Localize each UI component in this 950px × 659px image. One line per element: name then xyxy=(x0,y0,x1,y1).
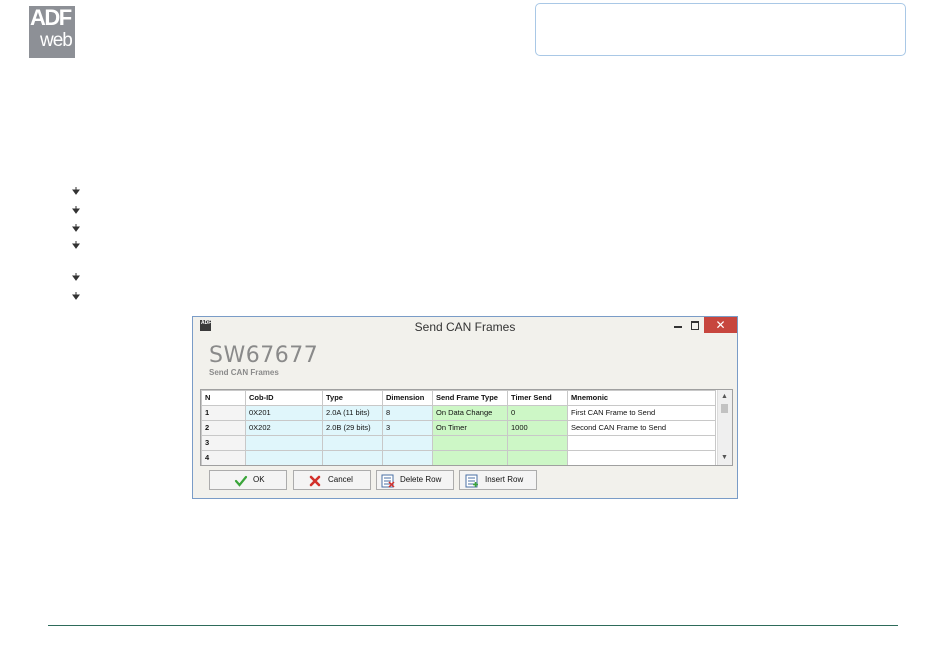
cross-icon xyxy=(309,475,321,487)
scroll-thumb[interactable] xyxy=(721,404,728,413)
window-title: Send CAN Frames xyxy=(414,320,516,334)
cob-id-cell[interactable]: 0X202 xyxy=(245,420,323,436)
column-header-type: Type xyxy=(322,390,383,406)
row-number-cell: 2 xyxy=(201,420,246,436)
type-cell[interactable]: 2.0B (29 bits) xyxy=(322,420,383,436)
arrow-bullet-icon xyxy=(72,241,80,249)
dimension-cell[interactable] xyxy=(382,435,433,451)
column-header-cob-id: Cob-ID xyxy=(245,390,323,406)
type-cell[interactable] xyxy=(322,435,383,451)
type-cell[interactable] xyxy=(322,450,383,465)
column-header-timer-send: Timer Send xyxy=(507,390,568,406)
footer-divider xyxy=(48,625,898,626)
insert-row-button-label: Insert Row xyxy=(485,475,524,484)
header-info-box xyxy=(535,3,906,56)
send-frame-type-cell[interactable]: On Data Change xyxy=(432,405,508,421)
table-row[interactable]: 1 0X201 2.0A (11 bits) 8 On Data Change … xyxy=(201,405,716,421)
timer-send-cell[interactable] xyxy=(507,450,568,465)
dimension-cell[interactable] xyxy=(382,450,433,465)
can-frames-grid: N Cob-ID Type Dimension Send Frame Type … xyxy=(200,389,733,466)
window-titlebar[interactable]: ADF Send CAN Frames ✕ xyxy=(193,317,737,337)
row-number-cell: 3 xyxy=(201,435,246,451)
arrow-bullet-icon xyxy=(72,224,80,232)
app-title: SW67677 xyxy=(209,343,319,368)
type-cell[interactable]: 2.0A (11 bits) xyxy=(322,405,383,421)
column-header-send-frame-type: Send Frame Type xyxy=(432,390,508,406)
cancel-button[interactable]: Cancel xyxy=(293,470,371,490)
cob-id-cell[interactable] xyxy=(245,435,323,451)
table-row[interactable]: 4 xyxy=(201,450,716,465)
mnemonic-cell[interactable] xyxy=(567,435,716,451)
logo-text-web: web xyxy=(40,30,73,51)
mnemonic-cell[interactable] xyxy=(567,450,716,465)
vertical-scrollbar[interactable]: ▲ ▼ xyxy=(717,390,732,465)
send-can-frames-window: ADF Send CAN Frames ✕ SW67677 Send CAN F… xyxy=(192,316,738,499)
mnemonic-cell[interactable]: First CAN Frame to Send xyxy=(567,405,716,421)
app-subtitle: Send CAN Frames xyxy=(209,368,279,377)
arrow-bullet-icon xyxy=(72,206,80,214)
delete-row-button[interactable]: Delete Row xyxy=(376,470,454,490)
dimension-cell[interactable]: 8 xyxy=(382,405,433,421)
cancel-button-label: Cancel xyxy=(328,475,353,484)
send-frame-type-cell[interactable] xyxy=(432,450,508,465)
ok-button-label: OK xyxy=(253,475,265,484)
maximize-icon[interactable] xyxy=(691,321,699,330)
checkmark-icon xyxy=(234,475,248,487)
send-frame-type-cell[interactable]: On Timer xyxy=(432,420,508,436)
close-button[interactable]: ✕ xyxy=(704,317,737,333)
delete-row-icon xyxy=(381,474,395,488)
can-frames-table: N Cob-ID Type Dimension Send Frame Type … xyxy=(201,390,716,465)
timer-send-cell[interactable] xyxy=(507,435,568,451)
table-row[interactable]: 2 0X202 2.0B (29 bits) 3 On Timer 1000 S… xyxy=(201,420,716,436)
dimension-cell[interactable]: 3 xyxy=(382,420,433,436)
arrow-bullet-icon xyxy=(72,187,80,195)
minimize-icon[interactable] xyxy=(674,326,682,328)
cob-id-cell[interactable] xyxy=(245,450,323,465)
scroll-down-icon[interactable]: ▼ xyxy=(721,454,728,461)
cob-id-cell[interactable]: 0X201 xyxy=(245,405,323,421)
delete-row-button-label: Delete Row xyxy=(400,475,442,484)
table-row[interactable]: 3 xyxy=(201,435,716,451)
arrow-bullet-icon xyxy=(72,292,80,300)
mnemonic-cell[interactable]: Second CAN Frame to Send xyxy=(567,420,716,436)
send-frame-type-cell[interactable] xyxy=(432,435,508,451)
timer-send-cell[interactable]: 1000 xyxy=(507,420,568,436)
scroll-up-icon[interactable]: ▲ xyxy=(721,393,728,400)
adfweb-logo: ADF web xyxy=(29,6,75,58)
timer-send-cell[interactable]: 0 xyxy=(507,405,568,421)
column-header-mnemonic: Mnemonic xyxy=(567,390,716,406)
insert-row-icon xyxy=(465,474,478,488)
arrow-bullet-icon xyxy=(72,273,80,281)
column-header-n: N xyxy=(201,390,246,406)
row-number-cell: 4 xyxy=(201,450,246,465)
logo-text-adf: ADF xyxy=(30,5,72,30)
ok-button[interactable]: OK xyxy=(209,470,287,490)
row-number-cell: 1 xyxy=(201,405,246,421)
insert-row-button[interactable]: Insert Row xyxy=(459,470,537,490)
column-header-dimension: Dimension xyxy=(382,390,433,406)
table-header-row: N Cob-ID Type Dimension Send Frame Type … xyxy=(201,390,716,406)
